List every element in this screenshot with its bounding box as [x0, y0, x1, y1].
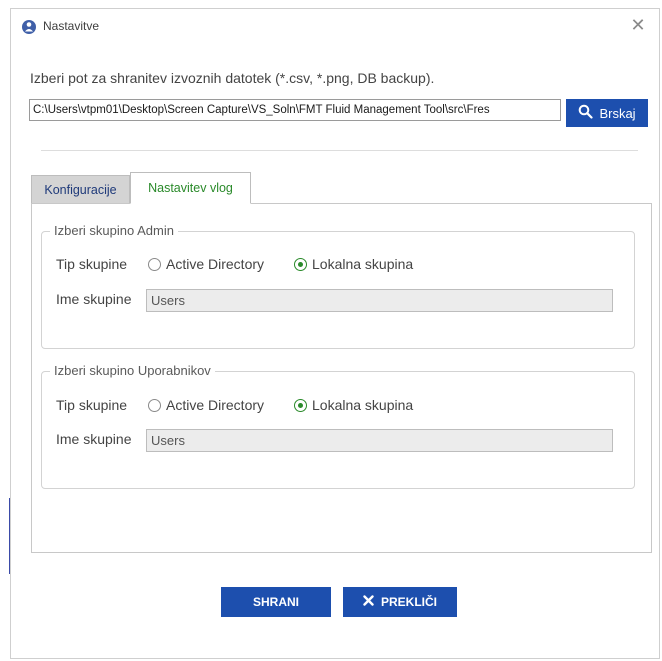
radio-unchecked-icon: [148, 398, 161, 412]
admin-radio-local-group[interactable]: Lokalna skupina: [294, 256, 413, 272]
export-path-input[interactable]: C:\Users\vtpm01\Desktop\Screen Capture\V…: [29, 99, 561, 121]
users-radio-ad-label: Active Directory: [166, 397, 265, 413]
window-title: Nastavitve: [43, 19, 100, 33]
save-button-label: SHRANI: [252, 595, 299, 609]
path-prompt: Izberi pot za shranitev izvoznih datotek…: [30, 70, 435, 86]
browse-button-label: Brskaj: [599, 105, 636, 121]
admin-radio-active-directory[interactable]: Active Directory: [148, 256, 264, 272]
x-icon: [363, 595, 374, 609]
tab-nastavitev-vlog[interactable]: Nastavitev vlog: [130, 172, 251, 204]
search-icon: [578, 104, 594, 122]
divider: [41, 150, 638, 151]
radio-checked-icon: [294, 257, 307, 271]
browse-button[interactable]: Brskaj: [566, 99, 648, 127]
users-type-label: Tip skupine: [56, 397, 128, 413]
admin-name-label: Ime skupine: [56, 291, 132, 307]
users-radio-local-label: Lokalna skupina: [312, 397, 414, 413]
title-bar: Nastavitve ✕: [11, 9, 659, 43]
settings-dialog: Nastavitve ✕ Izberi pot za shranitev izv…: [10, 8, 660, 659]
save-button[interactable]: SHRANI: [221, 587, 331, 617]
cancel-button-label: PREKLIČI: [380, 595, 437, 609]
users-radio-local-group[interactable]: Lokalna skupina: [294, 397, 413, 413]
settings-app-icon: [21, 19, 37, 35]
admin-radio-local-label: Lokalna skupina: [312, 256, 414, 272]
admin-group-legend: Izberi skupino Admin: [50, 223, 178, 238]
cancel-button[interactable]: PREKLIČI: [343, 587, 457, 617]
users-group-name-field[interactable]: Users: [146, 429, 613, 452]
admin-radio-ad-label: Active Directory: [166, 256, 265, 272]
users-radio-active-directory[interactable]: Active Directory: [148, 397, 264, 413]
tab-konfiguracije[interactable]: Konfiguracije: [31, 175, 130, 204]
admin-group-name-field[interactable]: Users: [146, 289, 613, 312]
close-icon[interactable]: ✕: [627, 14, 649, 36]
radio-checked-icon: [294, 398, 307, 412]
users-name-label: Ime skupine: [56, 431, 132, 447]
radio-unchecked-icon: [148, 257, 161, 271]
users-group-legend: Izberi skupino Uporabnikov: [50, 363, 215, 378]
admin-type-label: Tip skupine: [56, 256, 128, 272]
